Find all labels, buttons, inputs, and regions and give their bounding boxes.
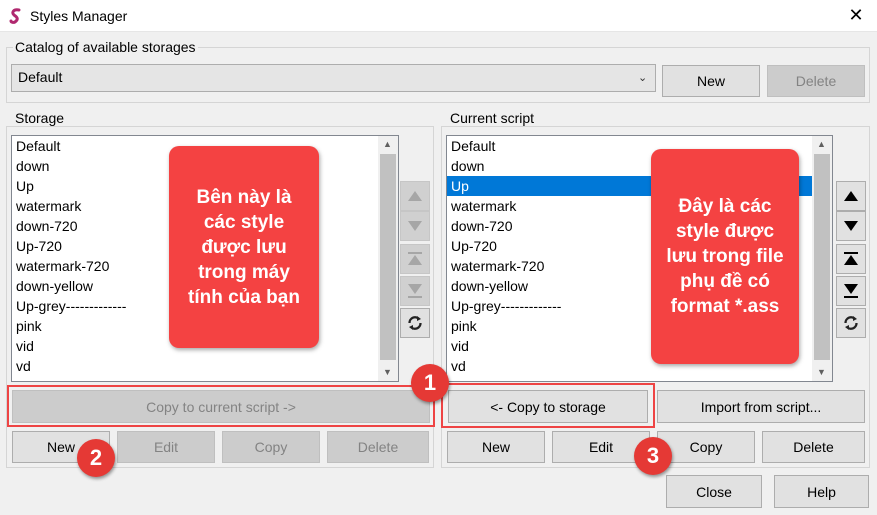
current-script-label: Current script [448,110,537,126]
chevron-down-icon[interactable]: ⌄ [638,71,647,84]
script-sort-button[interactable] [836,308,866,338]
move-top-icon [408,252,422,265]
current-script-scrollbar[interactable]: ▲ ▼ [812,136,832,381]
title-bar [0,0,877,32]
catalog-label: Catalog of available storages [13,39,198,55]
storage-delete-button[interactable]: Delete [327,431,429,463]
window-title: Styles Manager [30,8,128,24]
sort-button[interactable] [400,308,430,338]
app-logo-icon [9,8,21,24]
refresh-icon [408,316,422,330]
move-top-icon [844,252,858,265]
catalog-delete-button[interactable]: Delete [767,65,865,97]
close-button[interactable]: Close [666,475,762,508]
copy-to-script-highlight [7,385,435,427]
script-delete-button[interactable]: Delete [762,431,865,463]
scrollbar-thumb[interactable] [814,154,830,360]
help-button[interactable]: Help [774,475,869,508]
move-bottom-icon [408,284,422,298]
scroll-up-icon[interactable]: ▲ [813,136,830,153]
script-move-bottom-button[interactable] [836,276,866,306]
list-item[interactable]: vd [12,356,398,376]
move-bottom-button[interactable] [400,276,430,306]
scroll-up-icon[interactable]: ▲ [379,136,396,153]
copy-to-storage-highlight [441,383,655,428]
script-move-down-button[interactable] [836,211,866,241]
storage-callout: Bên này là các style được lưu trong máy … [169,146,319,348]
move-down-button[interactable] [400,211,430,241]
storage-copy-button[interactable]: Copy [222,431,320,463]
refresh-icon [844,316,858,330]
storage-scrollbar[interactable]: ▲ ▼ [378,136,398,381]
step-badge-3: 3 [634,437,672,475]
triangle-down-icon [408,221,422,231]
storage-edit-button[interactable]: Edit [117,431,215,463]
triangle-up-icon [844,191,858,201]
close-icon[interactable]: ✕ [846,5,866,25]
storage-combo[interactable]: Default [11,64,656,92]
storage-label: Storage [13,110,67,126]
scroll-down-icon[interactable]: ▼ [813,364,830,381]
scroll-down-icon[interactable]: ▼ [379,364,396,381]
scrollbar-thumb[interactable] [380,154,396,360]
triangle-up-icon [408,191,422,201]
step-badge-1: 1 [411,364,449,402]
step-badge-2: 2 [77,439,115,477]
script-move-top-button[interactable] [836,244,866,274]
catalog-new-button[interactable]: New [662,65,760,97]
script-move-up-button[interactable] [836,181,866,211]
triangle-down-icon [844,221,858,231]
move-top-button[interactable] [400,244,430,274]
script-new-button[interactable]: New [447,431,545,463]
script-callout: Đây là các style được lưu trong file phụ… [651,149,799,364]
move-bottom-icon [844,284,858,298]
move-up-button[interactable] [400,181,430,211]
import-from-script-button[interactable]: Import from script... [657,390,865,423]
storage-combo-value: Default [18,69,63,85]
